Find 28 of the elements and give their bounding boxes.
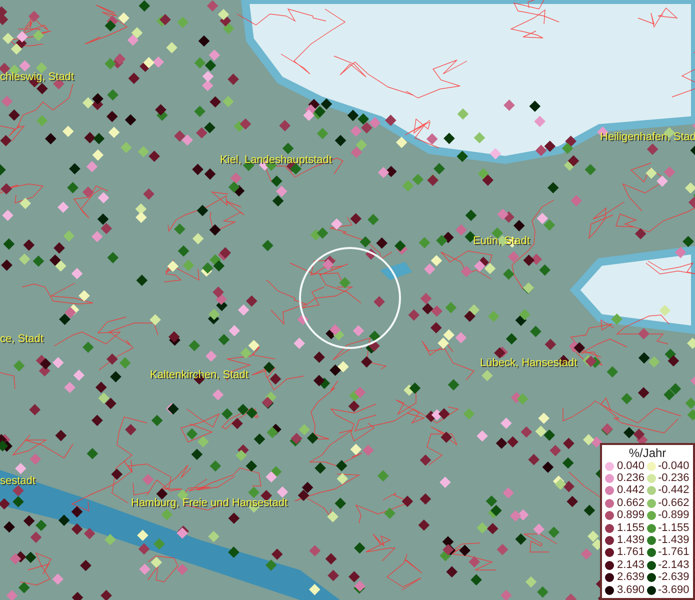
legend-value: -0.236 — [658, 473, 690, 484]
legend-value: 0.442 — [617, 485, 646, 496]
legend-value: -1.155 — [658, 522, 690, 534]
legend-title: %/Jahr — [628, 446, 666, 460]
legend-value: -1.761 — [658, 547, 690, 558]
legend-value: -1.439 — [658, 535, 690, 546]
legend-value: -0.040 — [658, 460, 690, 472]
legend-value: -0.662 — [658, 498, 690, 509]
legend-value: -0.442 — [658, 485, 690, 496]
legend-value: 0.040 — [617, 460, 646, 472]
legend-value: -2.143 — [658, 560, 690, 571]
legend-value: 2.639 — [617, 572, 646, 584]
legend-value: 0.236 — [617, 473, 646, 484]
place-label: Kiel, Landeshauptstadt — [220, 155, 332, 166]
legend-value: 0.899 — [617, 510, 646, 522]
place-label: ce, Stadt — [0, 334, 44, 345]
legend-value: 0.662 — [617, 498, 646, 509]
place-label: sestadt — [0, 476, 36, 487]
legend-value: -2.639 — [658, 572, 690, 584]
legend-value: 3.690 — [617, 584, 646, 596]
legend-value: 2.143 — [617, 560, 646, 571]
legend-value: 1.761 — [617, 547, 646, 558]
legend-value: -3.690 — [658, 584, 690, 596]
place-label: chleswig, Stadt — [0, 72, 74, 83]
legend-value: 1.439 — [617, 535, 646, 546]
place-label: Heiligenhafen, Stad — [600, 132, 695, 143]
legend-value: -0.899 — [658, 510, 690, 522]
legend-value: 1.155 — [617, 522, 646, 534]
